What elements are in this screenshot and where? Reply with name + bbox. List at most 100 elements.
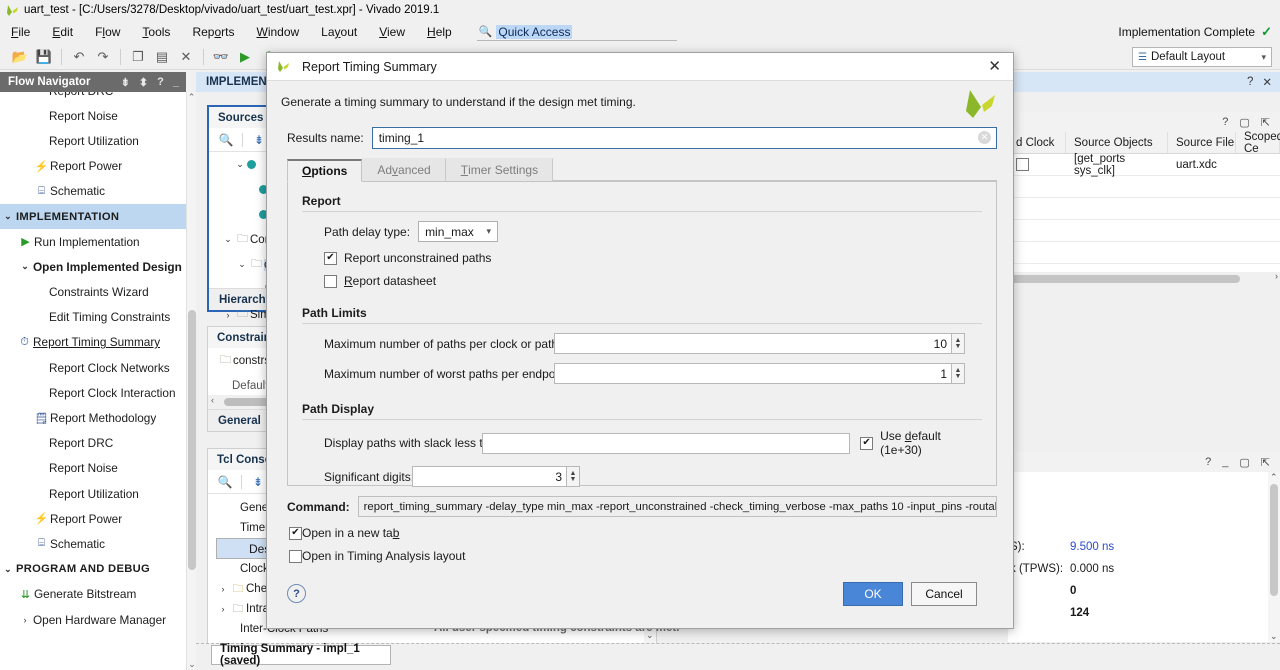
table-row-empty[interactable]: [1008, 198, 1280, 220]
report-unconstrained-checkbox[interactable]: [324, 251, 337, 265]
scroll-right-icon[interactable]: ›: [1275, 271, 1278, 281]
open-folder-icon[interactable]: 📂: [8, 46, 32, 68]
menu-reports[interactable]: Reports: [181, 22, 245, 42]
maximize-icon[interactable]: ▢: [1239, 116, 1249, 129]
scrollbar-thumb[interactable]: [1010, 275, 1240, 283]
menu-window[interactable]: Window: [245, 22, 310, 42]
report-datasheet-checkbox[interactable]: [324, 274, 337, 288]
undo-icon[interactable]: ↶: [67, 46, 91, 68]
slack-input[interactable]: [482, 432, 851, 454]
sidebar-section-program-and-debug[interactable]: ⌄ PROGRAM AND DEBUG: [0, 557, 186, 582]
open-new-tab-checkbox[interactable]: [289, 526, 302, 540]
restore-icon[interactable]: ⇱: [1261, 116, 1270, 129]
row-checkbox[interactable]: [1016, 158, 1029, 171]
open-timing-layout-checkbox[interactable]: [289, 549, 302, 563]
constraints-table-hscrollbar[interactable]: ›: [1008, 271, 1280, 285]
sidebar-item-schematic-1[interactable]: ⌸ Schematic: [0, 179, 186, 204]
run-icon[interactable]: ▶: [233, 46, 257, 68]
copy-icon[interactable]: ❐: [126, 46, 150, 68]
menu-tools[interactable]: Tools: [131, 22, 181, 42]
layout-dropdown[interactable]: ☰ Default Layout ▾: [1132, 47, 1272, 67]
sidebar-item-report-clock-interaction[interactable]: Report Clock Interaction: [0, 380, 186, 405]
sidebar-item-schematic-2[interactable]: ⌸ Schematic: [0, 531, 186, 556]
max-paths-input[interactable]: 10: [554, 333, 952, 354]
redo-icon[interactable]: ↷: [91, 46, 115, 68]
sidebar-item-constraints-wizard[interactable]: Constraints Wizard: [0, 280, 186, 305]
cancel-button[interactable]: Cancel: [911, 582, 977, 606]
quick-access-search[interactable]: 🔍 Quick Access: [476, 23, 677, 41]
sidebar-item-run-implementation[interactable]: ▶ Run Implementation: [0, 229, 186, 254]
menu-layout[interactable]: Layout: [310, 22, 368, 42]
report-datasheet-row[interactable]: Report datasheet: [302, 274, 982, 288]
max-paths-stepper[interactable]: ▲ ▼: [952, 333, 965, 354]
help-icon[interactable]: ?: [1222, 116, 1228, 128]
search-icon[interactable]: 🔍: [215, 130, 237, 150]
quick-access-input[interactable]: Quick Access: [496, 24, 573, 39]
use-default-checkbox[interactable]: [860, 436, 874, 450]
scrollbar-thumb[interactable]: [188, 310, 196, 570]
sidebar-section-implementation[interactable]: ⌄ IMPLEMENTATION: [0, 203, 186, 230]
report-unconstrained-row[interactable]: Report unconstrained paths: [302, 251, 982, 265]
maximize-icon[interactable]: ▢: [1239, 456, 1249, 469]
tab-timing-summary-impl1[interactable]: Timing Summary - impl_1 (saved): [211, 643, 391, 667]
scrollbar-thumb[interactable]: [1270, 484, 1278, 596]
significant-digits-input[interactable]: 3: [412, 466, 567, 487]
table-row[interactable]: [get_ports sys_clk] uart.xdc: [1008, 153, 1280, 177]
flow-navigator-scrollbar[interactable]: ⌃ ⌄: [186, 92, 196, 670]
sidebar-item-report-drc-1[interactable]: Report DRC: [0, 92, 186, 103]
stepper-down-icon[interactable]: ▼: [955, 373, 962, 380]
sidebar-item-report-noise-2[interactable]: Report Noise: [0, 456, 186, 481]
sidebar-item-report-timing-summary[interactable]: ⏱ Report Timing Summary: [0, 330, 186, 355]
close-icon[interactable]: ✕: [984, 59, 1005, 74]
results-name-input[interactable]: timing_1 ✕: [371, 127, 997, 149]
minimize-icon[interactable]: _: [173, 76, 179, 89]
ok-button[interactable]: OK: [843, 582, 903, 606]
stepper-down-icon[interactable]: ▼: [570, 476, 577, 483]
sidebar-item-report-noise-1[interactable]: Report Noise: [0, 103, 186, 128]
significant-digits-stepper[interactable]: ▲ ▼: [567, 466, 580, 487]
help-icon[interactable]: ?: [157, 76, 164, 89]
path-delay-type-select[interactable]: min_max ▾: [418, 221, 499, 242]
clear-icon[interactable]: ✕: [978, 131, 991, 144]
minimize-icon[interactable]: _: [1222, 456, 1228, 468]
scroll-up-icon[interactable]: ⌃: [1270, 472, 1278, 483]
max-worst-paths-input[interactable]: 1: [554, 363, 952, 384]
scroll-up-icon[interactable]: ⌃: [187, 92, 196, 103]
sidebar-item-report-utilization-1[interactable]: Report Utilization: [0, 128, 186, 153]
sidebar-item-report-drc-2[interactable]: Report DRC: [0, 431, 186, 456]
sidebar-item-report-power-2[interactable]: ⚡ Report Power: [0, 506, 186, 531]
tab-advanced[interactable]: Ad v anced: [362, 158, 446, 181]
settings-icon[interactable]: ⬍: [139, 76, 148, 89]
stepper-down-icon[interactable]: ▼: [955, 343, 962, 350]
close-x-icon[interactable]: ✕: [174, 46, 198, 68]
open-new-tab-row[interactable]: Open in a new tab: [289, 526, 1013, 540]
help-icon[interactable]: ?: [1247, 76, 1253, 88]
menu-file[interactable]: FFileile: [0, 22, 41, 42]
max-worst-paths-stepper[interactable]: ▲ ▼: [952, 363, 965, 384]
scroll-left-icon[interactable]: ‹: [211, 395, 214, 405]
sidebar-item-generate-bitstream[interactable]: ⇊ Generate Bitstream: [0, 582, 186, 607]
close-icon[interactable]: ✕: [1262, 75, 1272, 89]
save-icon[interactable]: 💾: [32, 46, 56, 68]
menu-help[interactable]: Help: [416, 22, 463, 42]
help-icon[interactable]: ?: [1205, 456, 1211, 468]
sidebar-item-report-power-1[interactable]: ⚡ Report Power: [0, 154, 186, 179]
collapse-all-icon[interactable]: ⇟: [121, 76, 130, 89]
paste-icon[interactable]: ▤: [150, 46, 174, 68]
sidebar-item-edit-timing-constraints[interactable]: Edit Timing Constraints: [0, 305, 186, 330]
open-timing-layout-row[interactable]: Open in Timing Analysis layout: [289, 549, 1013, 563]
table-row-empty[interactable]: [1008, 176, 1280, 198]
sidebar-item-open-implemented-design[interactable]: ⌄ Open Implemented Design: [0, 254, 186, 279]
search-icon[interactable]: 🔍: [214, 472, 236, 492]
sidebar-item-report-methodology[interactable]: 🗒 Report Methodology: [0, 405, 186, 430]
sidebar-item-open-hardware-manager[interactable]: › Open Hardware Manager: [0, 607, 186, 632]
scroll-down-icon[interactable]: ⌄: [1270, 631, 1278, 642]
menu-edit[interactable]: Edit: [41, 22, 84, 42]
sidebar-item-report-utilization-2[interactable]: Report Utilization: [0, 481, 186, 506]
restore-icon[interactable]: ⇱: [1261, 456, 1270, 469]
tab-timer-settings[interactable]: Timer Settings: [445, 158, 554, 181]
help-button[interactable]: ?: [287, 584, 306, 603]
menu-view[interactable]: View: [368, 22, 416, 42]
table-row-empty[interactable]: [1008, 242, 1280, 264]
menu-flow[interactable]: Flow: [84, 22, 131, 42]
